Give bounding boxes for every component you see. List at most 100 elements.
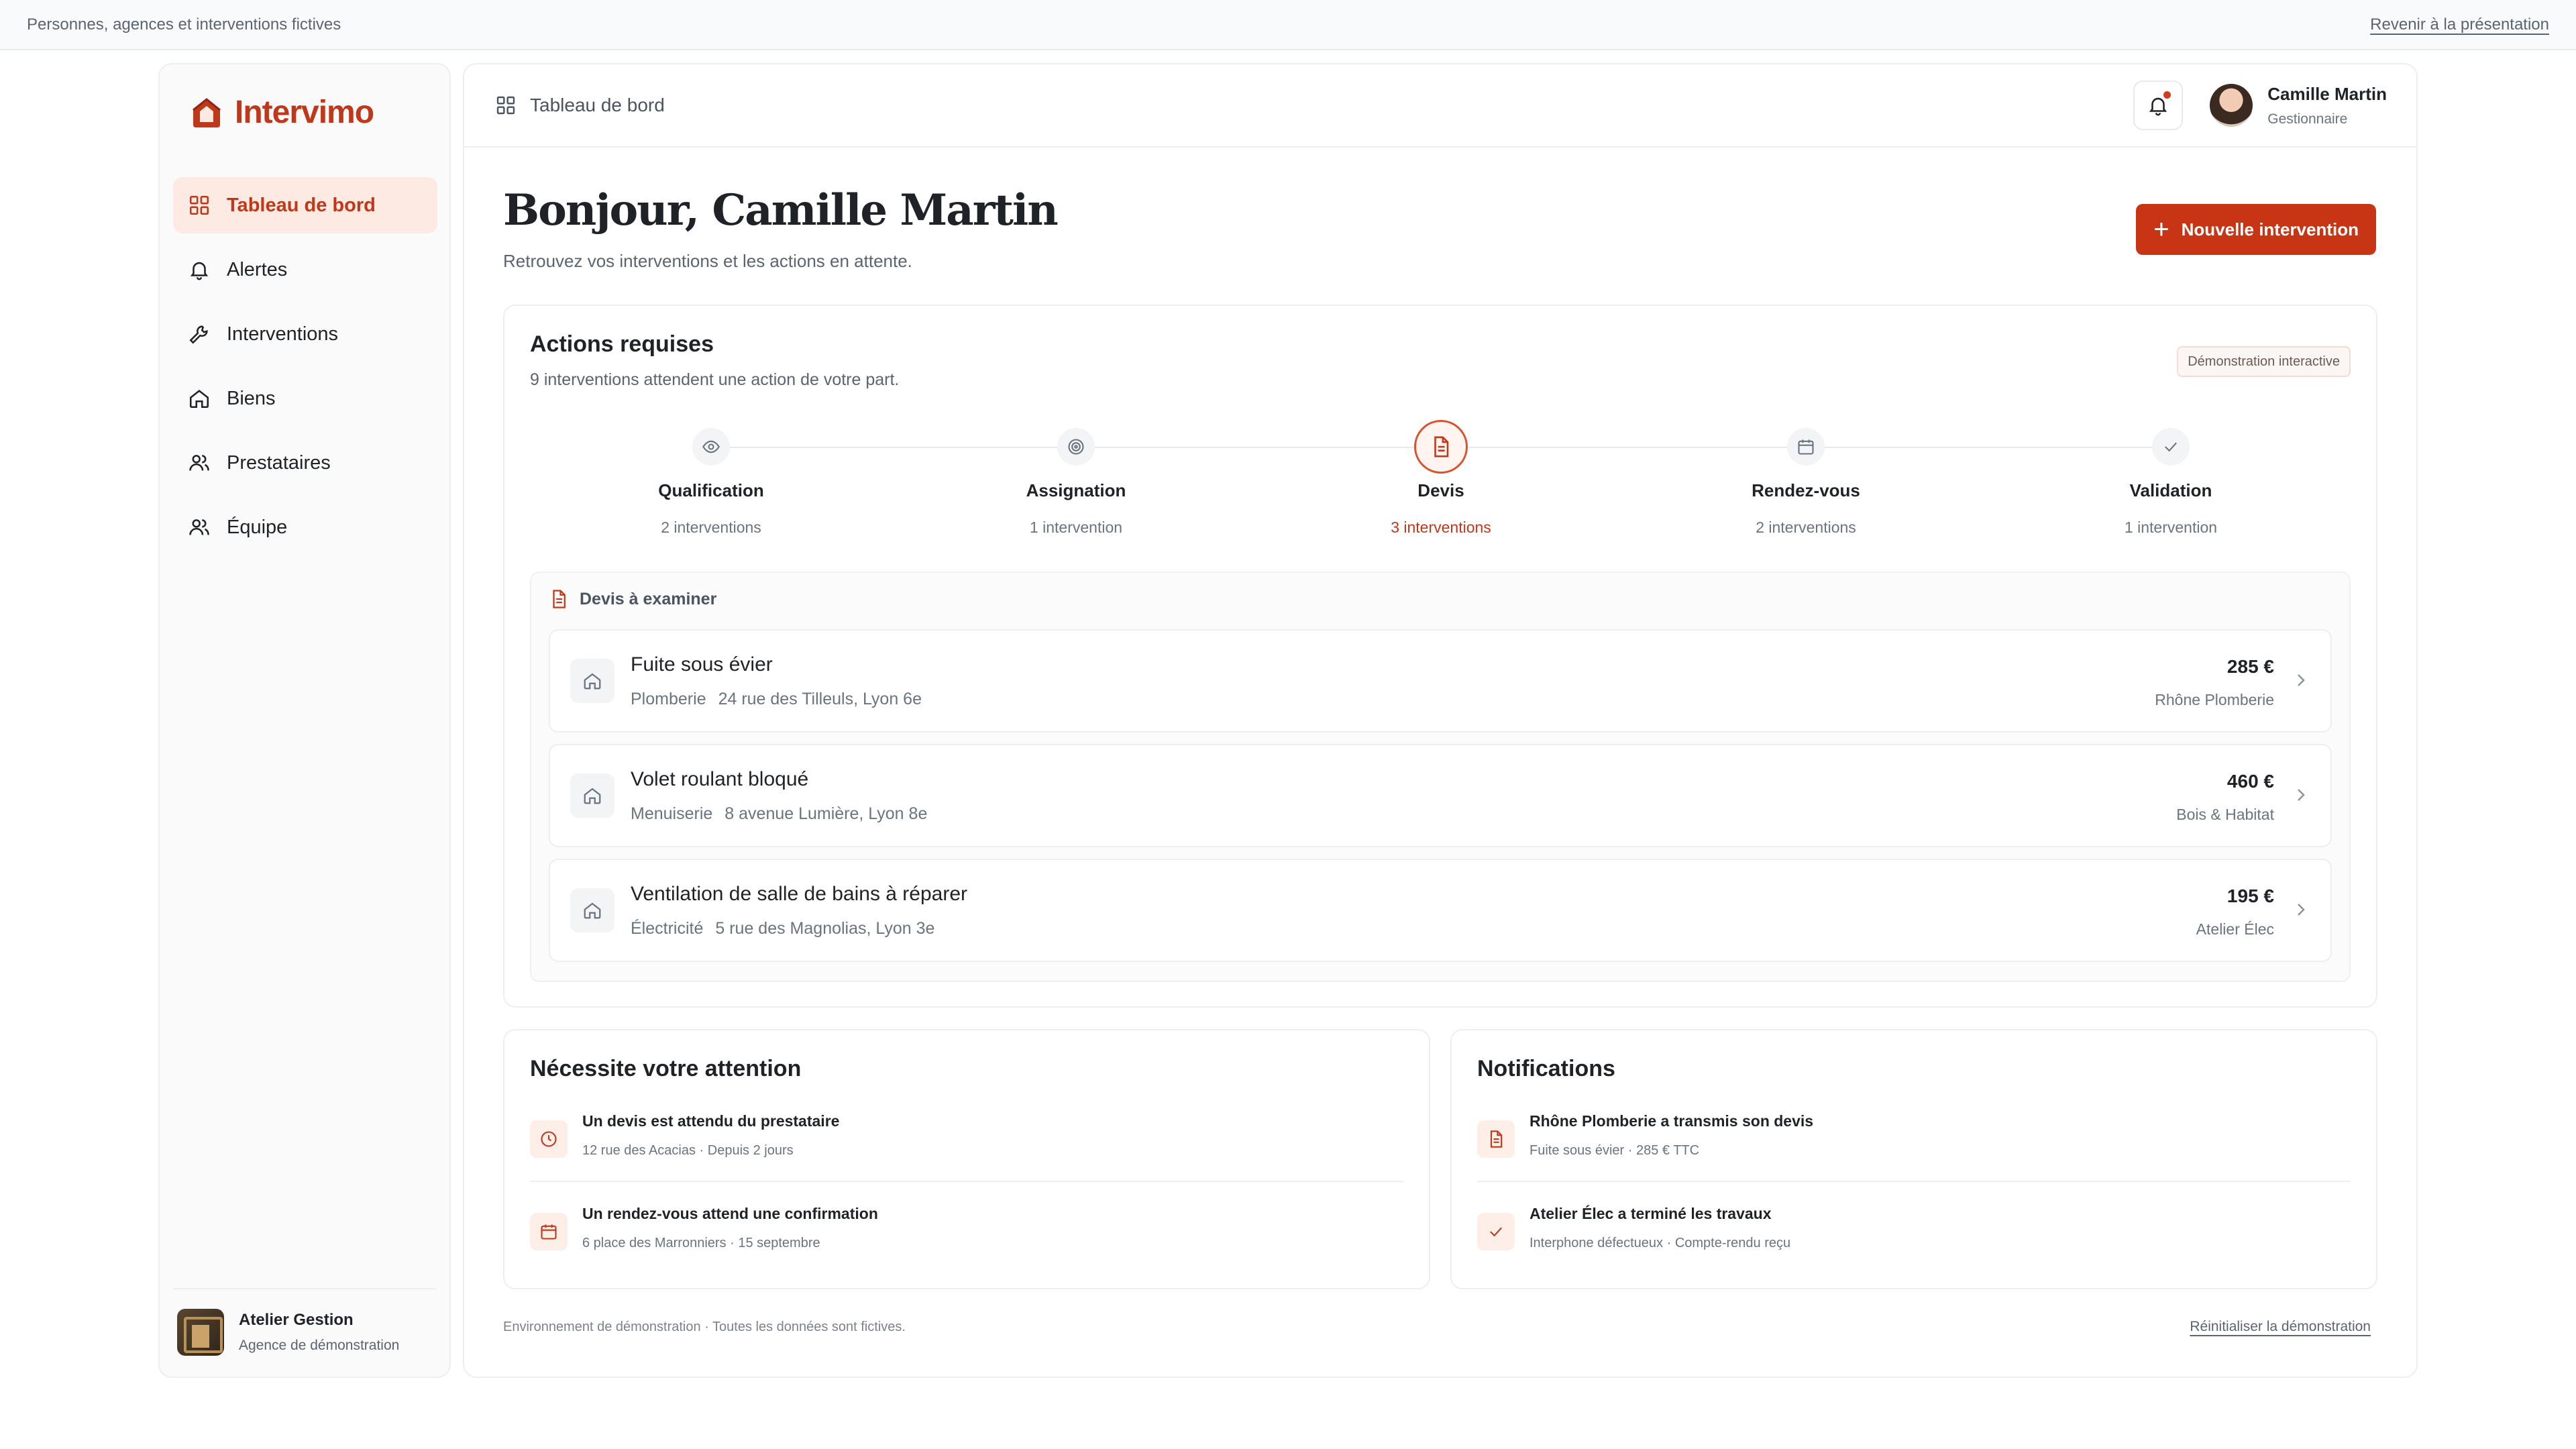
sidebar-item-label: Biens [227,387,276,409]
demo-banner: Personnes, agences et interventions fict… [0,0,2576,50]
step-label: Rendez-vous [1752,480,1860,500]
step-assignation[interactable]: Assignation 1 intervention [942,421,1210,537]
sidebar-item-team[interactable]: Équipe [173,499,437,555]
step-label: Validation [2129,480,2212,500]
page-title: Bonjour, Camille Martin [503,185,1059,235]
grid-icon [189,195,209,215]
document-icon [1434,436,1449,458]
logo[interactable]: Intervimo [189,94,374,131]
quote-amount: 460 € [2226,771,2274,792]
actions-title: Actions requises [530,331,714,357]
attention-item[interactable]: Un devis est attendu du prestataire 12 r… [530,1102,1403,1182]
user-area: Camille Martin Gestionnaire [2133,80,2387,130]
quote-amount: 285 € [2226,656,2274,677]
main-header: Tableau de bord Camille Martin Gestionna… [464,64,2416,148]
actions-required-card: Actions requises 9 interventions attende… [503,305,2377,1008]
sidebar: Intervimo Tableau de bord Alertes Interv… [158,63,451,1378]
quotes-to-review: Devis à examiner Fuite sous évier Plombe… [530,572,2351,982]
quotes-heading-label: Devis à examiner [580,589,717,608]
disclaimer-text: Personnes, agences et interventions fict… [27,15,341,34]
quote-amount: 195 € [2226,885,2274,906]
home-icon [584,673,601,690]
sidebar-item-dashboard[interactable]: Tableau de bord [173,177,437,233]
step-circle [1787,428,1825,466]
sidebar-item-alerts[interactable]: Alertes [173,241,437,298]
users-icon [189,519,209,535]
agency-name: Atelier Gestion [239,1311,354,1329]
new-intervention-button[interactable]: + Nouvelle intervention [2136,204,2376,255]
step-devis[interactable]: Devis 3 interventions [1307,420,1575,537]
home-icon [584,902,601,919]
attention-item-title: Un rendez-vous attend une confirmation [582,1205,878,1222]
quotes-heading: Devis à examiner [549,589,716,609]
wrench-icon [189,325,208,344]
home-icon [189,390,209,409]
step-rendez-vous[interactable]: Rendez-vous 2 interventions [1672,421,1940,537]
sidebar-item-providers[interactable]: Prestataires [173,435,437,491]
page-subtitle: Retrouvez vos interventions et les actio… [503,251,912,271]
sidebar-item-label: Équipe [227,516,288,538]
step-count: 2 interventions [1756,519,1856,536]
notification-item-sub: Interphone défectueux · Compte-rendu reç… [1529,1236,1791,1250]
step-validation[interactable]: Validation 1 intervention [2037,421,2305,537]
attention-card: Nécessite votre attention Un devis est a… [503,1029,1430,1289]
document-icon [1477,1120,1515,1158]
step-count: 1 intervention [2124,519,2218,536]
user-menu[interactable]: Camille Martin Gestionnaire [2210,84,2387,127]
quote-address: 5 rue des Magnolias, Lyon 3e [715,919,935,938]
grid-icon [496,96,515,115]
bell-icon [190,262,209,280]
attention-item-sub: 6 place des Marronniers · 15 septembre [582,1236,820,1250]
step-circle [692,428,730,466]
avatar [2210,84,2253,127]
quote-address: 8 avenue Lumière, Lyon 8e [724,804,928,823]
sidebar-item-label: Interventions [227,323,339,345]
new-intervention-label: Nouvelle intervention [2181,219,2359,239]
calendar-icon [530,1213,568,1250]
user-name: Camille Martin [2267,83,2387,104]
check-icon [1477,1213,1515,1250]
notification-item[interactable]: Rhône Plomberie a transmis son devis Fui… [1477,1102,2351,1182]
quote-title: Fuite sous évier [631,653,773,676]
quote-row[interactable]: Volet roulant bloqué Menuiserie 8 avenue … [549,744,2332,847]
property-icon [570,773,614,818]
calendar-icon [1798,439,1814,455]
property-icon [570,888,614,932]
sidebar-item-interventions[interactable]: Interventions [173,306,437,362]
plus-icon: + [2153,215,2169,244]
breadcrumb-label: Tableau de bord [530,95,665,115]
notification-item-sub: Fuite sous évier · 285 € TTC [1529,1143,1700,1158]
quote-category: Électricité [631,919,704,938]
step-label: Assignation [1026,480,1126,500]
quote-meta: Menuiserie 8 avenue Lumière, Lyon 8e [631,804,927,824]
notifications-button[interactable] [2133,80,2184,130]
chevron-right-icon [2298,789,2305,801]
step-circle [2152,428,2190,466]
agency-switcher[interactable]: Atelier Gestion Agence de démonstration [173,1288,436,1363]
step-label: Qualification [658,480,764,500]
check-icon [2165,442,2177,452]
sidebar-item-label: Tableau de bord [227,194,376,216]
agency-subtitle: Agence de démonstration [239,1338,400,1353]
quote-row[interactable]: Ventilation de salle de bains à réparer … [549,859,2332,962]
attention-item-title: Un devis est attendu du prestataire [582,1112,840,1130]
step-circle [1057,428,1095,466]
attention-item[interactable]: Un rendez-vous attend une confirmation 6… [530,1194,1403,1275]
step-count: 1 intervention [1029,519,1123,536]
quote-title: Ventilation de salle de bains à réparer [631,883,968,905]
quote-title: Volet roulant bloqué [631,768,809,790]
step-label: Devis [1417,480,1464,500]
chevron-right-icon [2298,674,2305,686]
reset-demo-link[interactable]: Réinitialiser la démonstration [2190,1319,2371,1335]
sidebar-item-label: Prestataires [227,451,331,474]
notifications-title: Notifications [1477,1056,1615,1081]
quote-row[interactable]: Fuite sous évier Plomberie 24 rue des Til… [549,629,2332,733]
attention-item-sub: 12 rue des Acacias · Depuis 2 jours [582,1143,794,1158]
target-icon [1068,439,1084,455]
step-qualification[interactable]: Qualification 2 interventions [577,421,845,537]
notification-item[interactable]: Atelier Élec a terminé les travaux Inter… [1477,1194,2351,1275]
demo-environment-note: Environnement de démonstration · Toutes … [503,1320,906,1334]
sidebar-item-properties[interactable]: Biens [173,370,437,427]
back-to-presentation-link[interactable]: Revenir à la présentation [2370,15,2549,34]
quote-category: Menuiserie [631,804,713,823]
